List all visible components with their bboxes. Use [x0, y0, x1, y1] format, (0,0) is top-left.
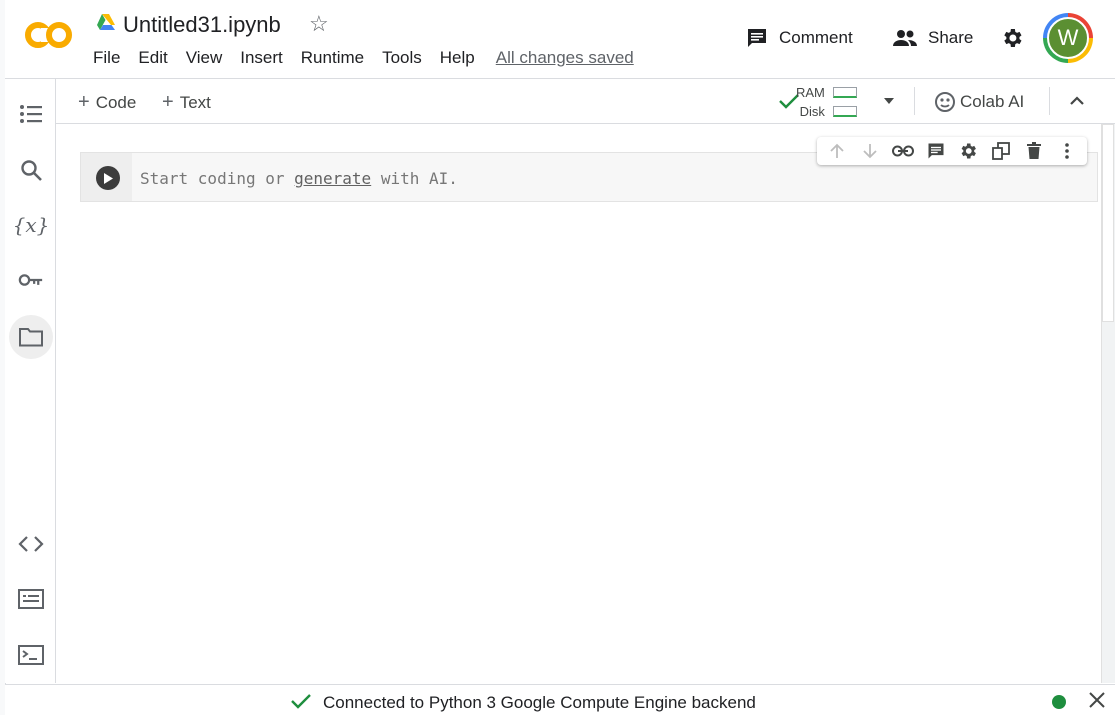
menu-tools[interactable]: Tools — [382, 48, 422, 68]
scrollbar-thumb[interactable] — [1102, 124, 1114, 322]
collapse-chevron-up-icon[interactable] — [1069, 95, 1085, 105]
delete-trash-icon[interactable] — [1021, 139, 1047, 163]
play-icon — [104, 172, 113, 184]
status-check-icon — [291, 694, 311, 709]
toolbar-divider — [914, 87, 915, 115]
menu-bar: File Edit View Insert Runtime Tools Help… — [93, 48, 652, 68]
mirror-cell-icon[interactable] — [988, 139, 1014, 163]
plus-icon: + — [78, 91, 90, 113]
comment-icon — [748, 29, 766, 47]
comment-button[interactable]: Comment — [745, 24, 853, 52]
files-folder-icon[interactable] — [9, 315, 53, 359]
terminal-icon[interactable] — [18, 642, 44, 668]
share-label: Share — [928, 28, 974, 47]
colab-logo[interactable] — [23, 16, 75, 54]
notebook-title[interactable]: Untitled31.ipynb — [123, 12, 281, 38]
more-options-icon[interactable] — [1054, 139, 1080, 163]
link-icon[interactable] — [890, 139, 916, 163]
drive-icon[interactable] — [96, 13, 116, 31]
notebook-content-area — [56, 124, 1101, 683]
toolbar-divider — [1049, 87, 1050, 115]
ram-label: RAM — [796, 85, 825, 100]
secrets-key-icon[interactable] — [18, 267, 44, 293]
share-button[interactable]: Share — [892, 24, 973, 52]
dropdown-caret-icon[interactable] — [883, 97, 895, 105]
add-text-button[interactable]: + Text — [162, 91, 211, 114]
table-of-contents-icon[interactable] — [18, 101, 44, 127]
disk-usage-bar — [832, 106, 857, 117]
placeholder-text: Start coding or — [140, 169, 295, 188]
cell-settings-gear-icon[interactable] — [955, 139, 981, 163]
left-sidebar: {x} — [5, 79, 56, 683]
move-cell-down-icon[interactable] — [857, 139, 883, 163]
search-icon[interactable] — [18, 157, 44, 183]
status-bar: Connected to Python 3 Google Compute Eng… — [5, 684, 1115, 716]
connection-status-text: Connected to Python 3 Google Compute Eng… — [323, 693, 756, 712]
comment-icon[interactable] — [923, 139, 949, 163]
variables-icon[interactable]: {x} — [13, 212, 50, 238]
colab-ai-icon — [935, 92, 955, 112]
command-palette-icon[interactable] — [18, 586, 44, 612]
notebook-toolbar: + Code + Text RAM Disk Colab AI — [56, 79, 1115, 124]
add-text-label: Text — [179, 92, 211, 112]
close-icon[interactable] — [1089, 692, 1105, 708]
resource-monitor[interactable]: RAM Disk — [796, 83, 857, 121]
avatar: W — [1047, 17, 1089, 59]
connected-indicator-dot — [1052, 695, 1066, 709]
menu-file[interactable]: File — [93, 48, 120, 68]
cell-toolbar — [817, 137, 1087, 165]
menu-view[interactable]: View — [186, 48, 223, 68]
code-snippets-icon[interactable] — [18, 531, 44, 557]
cell-editor-placeholder[interactable]: Start coding or generate with AI. — [140, 169, 458, 188]
save-status-link[interactable]: All changes saved — [496, 48, 634, 68]
cell-gutter — [81, 153, 132, 201]
plus-icon: + — [162, 91, 174, 113]
settings-gear-icon[interactable] — [1000, 26, 1024, 50]
menu-help[interactable]: Help — [440, 48, 475, 68]
move-cell-up-icon[interactable] — [824, 139, 850, 163]
ram-usage-bar — [832, 87, 857, 98]
generate-link[interactable]: generate — [294, 169, 371, 188]
colab-ai-label: Colab AI — [960, 92, 1025, 111]
add-code-button[interactable]: + Code — [78, 91, 136, 114]
menu-edit[interactable]: Edit — [138, 48, 167, 68]
colab-ai-button[interactable]: Colab AI — [934, 91, 1024, 113]
account-avatar-button[interactable]: W — [1043, 13, 1093, 63]
menu-runtime[interactable]: Runtime — [301, 48, 364, 68]
disk-label: Disk — [799, 104, 825, 119]
comment-label: Comment — [779, 28, 853, 47]
people-icon — [893, 30, 917, 46]
run-cell-button[interactable] — [96, 166, 120, 190]
add-code-label: Code — [95, 92, 137, 112]
star-icon[interactable]: ☆ — [309, 11, 329, 37]
placeholder-text-end: with AI. — [371, 169, 458, 188]
menu-insert[interactable]: Insert — [240, 48, 283, 68]
app-header: Untitled31.ipynb ☆ File Edit View Insert… — [5, 0, 1115, 79]
